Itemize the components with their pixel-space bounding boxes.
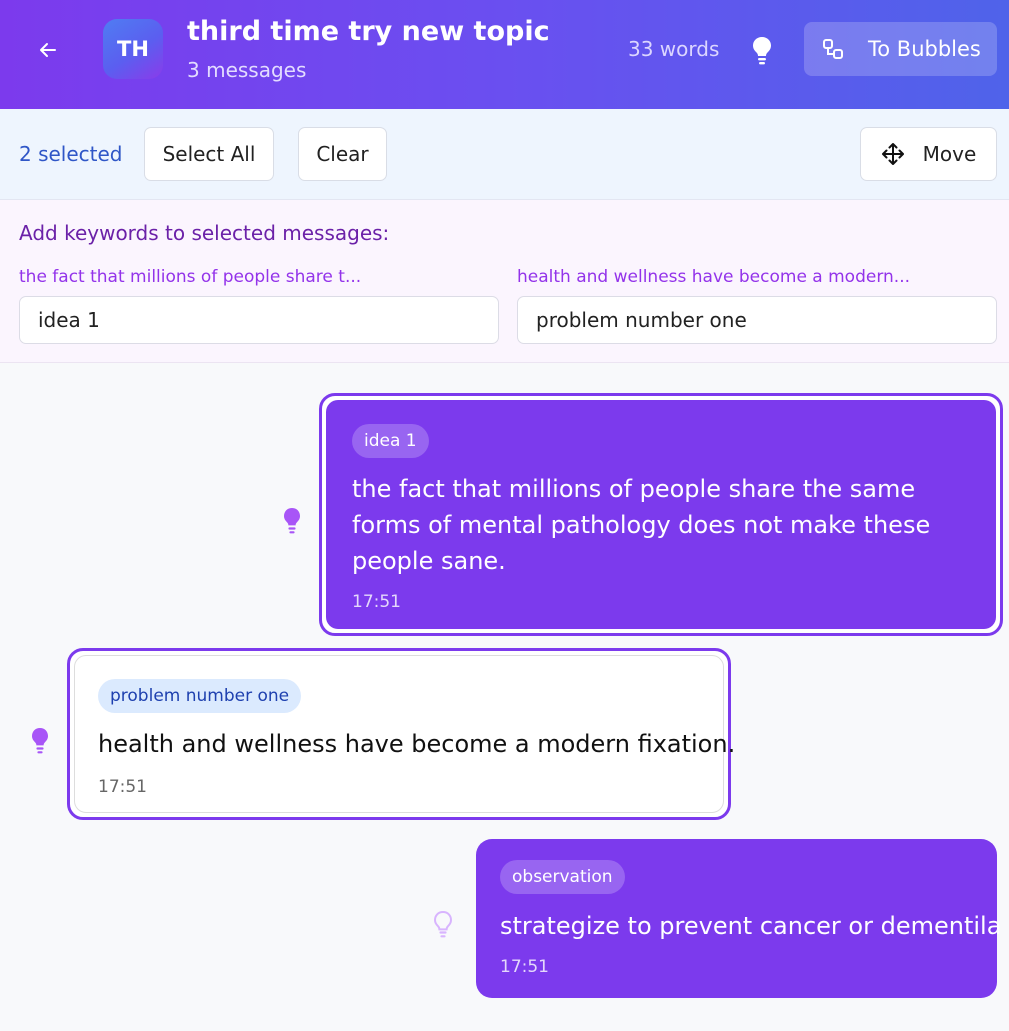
to-bubbles-button[interactable]: To Bubbles [804, 22, 997, 76]
lightbulb-icon [284, 508, 300, 534]
message-bubble-body: problem number one health and wellness h… [74, 655, 736, 813]
message-timestamp: 17:51 [98, 777, 147, 797]
message-timestamp: 17:51 [352, 592, 401, 612]
arrow-left-icon [40, 43, 56, 57]
move-button[interactable]: Move [860, 127, 997, 181]
message-text: health and wellness have become a modern… [98, 730, 736, 758]
message-bubble[interactable]: problem number one health and wellness h… [67, 648, 736, 820]
keyword-field-label: health and wellness have become a modern… [517, 267, 911, 287]
keyword-field-label: the fact that millions of people share t… [19, 267, 362, 287]
message-bubble-body: idea 1 the fact that millions of people … [326, 400, 996, 629]
message-bubble[interactable]: idea 1 the fact that millions of people … [319, 393, 1003, 636]
clear-button[interactable]: Clear [298, 127, 387, 181]
lightbulb-button[interactable] [749, 34, 775, 66]
to-bubbles-label: To Bubbles [868, 37, 981, 61]
lightbulb-icon [433, 910, 453, 938]
message-timestamp: 17:51 [500, 957, 549, 977]
lightbulb-icon [32, 728, 48, 754]
message-bubble[interactable]: observation strategize to prevent cancer… [476, 839, 1002, 998]
move-label: Move [922, 142, 977, 166]
move-arrows-icon [881, 143, 904, 165]
message-lightbulb-button[interactable] [432, 910, 454, 940]
keyword-tag: problem number one [98, 679, 302, 713]
avatar: TH [103, 19, 163, 79]
keyword-panel-heading: Add keywords to selected messages: [19, 221, 390, 245]
selection-toolbar: 2 selected Select All Clear Move [0, 109, 1009, 200]
word-count: 33 words [628, 37, 720, 61]
select-all-button[interactable]: Select All [144, 127, 274, 181]
message-count: 3 messages [187, 58, 307, 82]
keyword-panel: Add keywords to selected messages: the f… [0, 200, 1009, 363]
message-text: strategize to prevent cancer or dementil… [500, 912, 1002, 940]
message-lightbulb-button[interactable] [281, 506, 303, 536]
message-lightbulb-button[interactable] [29, 726, 51, 756]
selected-count: 2 selected [19, 142, 123, 166]
lightbulb-icon [753, 37, 771, 65]
keyword-input[interactable] [517, 296, 997, 344]
page-title: third time try new topic [187, 16, 550, 47]
chat-header: TH third time try new topic 3 messages 3… [0, 0, 1009, 109]
message-text: the fact that millions of people share t… [352, 475, 931, 575]
keyword-tag: idea 1 [352, 424, 429, 458]
keyword-input[interactable] [19, 296, 499, 344]
back-button[interactable] [30, 32, 66, 68]
bubbles-icon [823, 39, 843, 59]
keyword-tag: observation [500, 860, 625, 894]
